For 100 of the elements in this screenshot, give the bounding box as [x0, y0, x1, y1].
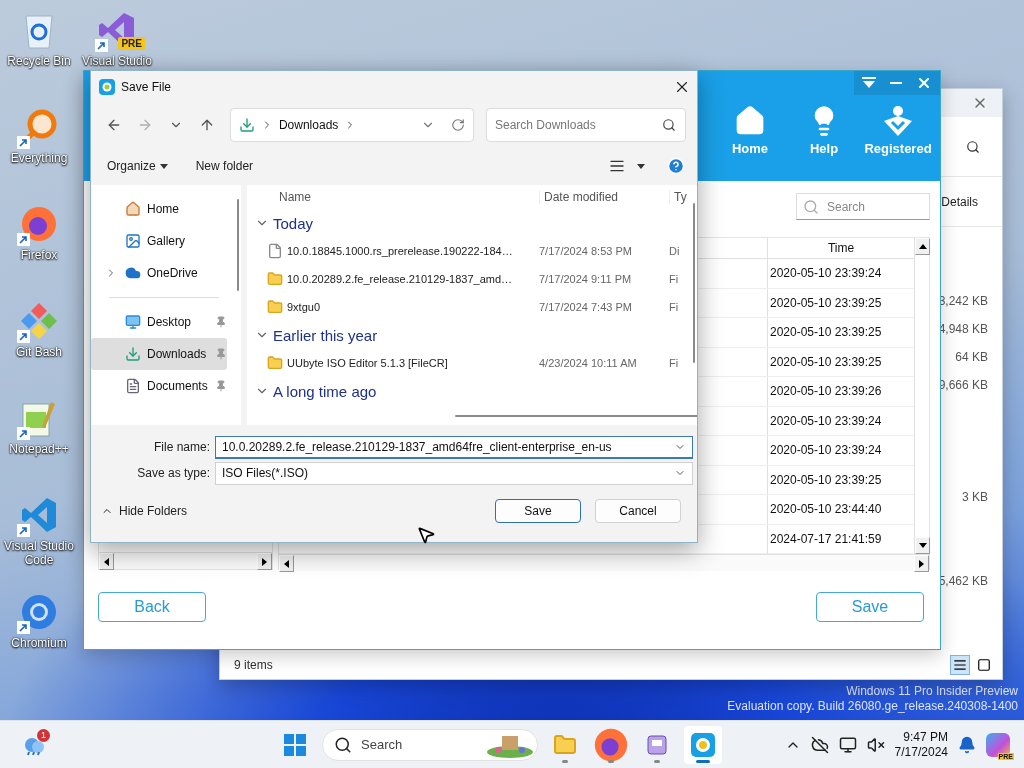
- house-icon: [125, 201, 141, 217]
- command-button[interactable]: New folder: [189, 155, 260, 177]
- view-toggle[interactable]: [950, 655, 970, 675]
- app-logo-icon: [99, 79, 115, 95]
- nav-pane-item[interactable]: Documents: [91, 370, 227, 402]
- scrollbar-thumb[interactable]: [455, 415, 697, 417]
- search-field[interactable]: Search: [796, 193, 930, 220]
- table-cell: 2020-05-10 23:39:25: [767, 288, 914, 317]
- file-type-text: Fi: [669, 301, 680, 313]
- nav-pane-item[interactable]: Downloads: [91, 338, 227, 370]
- scroll-right-button[interactable]: [257, 553, 272, 570]
- command-button[interactable]: Organize: [101, 155, 174, 177]
- field-label: File name:: [152, 440, 210, 454]
- scroll-left-button[interactable]: [279, 555, 294, 572]
- vertical-scrollbar[interactable]: [914, 238, 929, 554]
- column-header[interactable]: Time: [767, 238, 914, 259]
- details-button[interactable]: Details: [941, 194, 978, 209]
- file-size-text: 64 KB: [955, 349, 988, 366]
- watermark-text: Evaluation copy. Build 26080.ge_release.240308-1400: [727, 699, 1018, 714]
- folder-icon: [267, 271, 283, 287]
- refresh-icon[interactable]: [451, 118, 465, 132]
- triangle-left-icon: [104, 557, 109, 566]
- nav-pane-item[interactable]: OneDrive: [91, 257, 227, 289]
- folder-icon: [267, 355, 283, 371]
- search-field[interactable]: Search Downloads: [486, 108, 686, 142]
- search-icon: [662, 118, 676, 132]
- date-modified-text: 7/17/2024 9:11 PM: [539, 273, 633, 285]
- download-icon: [238, 117, 255, 133]
- file-name[interactable]: 9xtgu0: [287, 301, 539, 313]
- scrollbar-thumb[interactable]: [693, 203, 695, 363]
- dialog-button[interactable]: Cancel: [595, 498, 681, 523]
- close-icon: [916, 75, 932, 91]
- minimize-icon: [890, 82, 902, 84]
- speaker-muted-icon: [866, 735, 885, 754]
- column-header[interactable]: Name: [279, 190, 539, 204]
- group-header[interactable]: A long time ago: [247, 377, 689, 405]
- app-window-icon: [646, 733, 668, 756]
- code-editor-icon: [19, 495, 59, 535]
- notification-badge: 1: [37, 728, 50, 742]
- search-icon[interactable]: [966, 139, 980, 154]
- download-icon: [125, 346, 141, 362]
- triangle-down-icon: [862, 77, 876, 89]
- notifications-button[interactable]: [958, 735, 976, 754]
- table-cell: 2020-05-10 23:39:25: [767, 465, 914, 494]
- dialog-button[interactable]: Save: [495, 498, 581, 523]
- file-name[interactable]: 10.0.20289.2.fe_release.210129-1837_amd…: [287, 273, 539, 285]
- taskbar-app-button[interactable]: [684, 725, 722, 764]
- address-bar[interactable]: Downloads: [229, 108, 474, 142]
- diamond-tiles-icon: [19, 301, 59, 341]
- preview-badge: PRE: [118, 37, 145, 50]
- file-type-text: Di: [669, 245, 681, 257]
- help-icon[interactable]: [667, 157, 685, 175]
- group-header[interactable]: Today: [247, 209, 689, 237]
- table-cell: 2024-07-17 21:41:59: [767, 524, 914, 553]
- file-name-field[interactable]: 10.0.20289.2.fe_release.210129-1837_amd64fre_client-enterprise_en-us: [215, 435, 693, 459]
- widgets-button[interactable]: 1: [18, 728, 50, 761]
- table-cell: 2020-05-10 23:39:25: [767, 318, 914, 347]
- column-header[interactable]: Date modified: [539, 190, 669, 204]
- table-cell: 2020-05-10 23:39:25: [767, 347, 914, 376]
- date-modified-text: 7/17/2024 8:53 PM: [539, 245, 633, 257]
- tile-view-icon: [977, 658, 991, 672]
- nav-pane-item[interactable]: Home: [91, 193, 227, 225]
- list-view-icon: [953, 658, 967, 672]
- nav-pane-item[interactable]: Desktop: [91, 306, 227, 338]
- document-icon: [125, 378, 141, 394]
- hide-folders-button[interactable]: Hide Folders: [101, 503, 188, 518]
- watermark-text: Windows 11 Pro Insider Preview: [846, 684, 1018, 699]
- scrollbar-thumb[interactable]: [237, 199, 239, 291]
- taskbar-search-field[interactable]: Search: [322, 728, 538, 761]
- display-button[interactable]: [838, 735, 857, 754]
- breadcrumb-item[interactable]: Downloads: [278, 118, 339, 132]
- field-label: Save as type:: [136, 466, 210, 480]
- column-header[interactable]: Ty: [669, 190, 689, 204]
- scroll-up-button[interactable]: [915, 238, 930, 255]
- clock[interactable]: 9:47 PM 7/17/2024: [894, 729, 948, 760]
- volume-muted-button[interactable]: [866, 735, 885, 754]
- chromium-icon: [19, 592, 59, 632]
- dropdown-button[interactable]: [862, 77, 876, 89]
- file-type-text: Fi: [669, 273, 680, 285]
- triangle-down-icon: [918, 543, 927, 548]
- date-modified-text: 7/17/2024 7:43 PM: [539, 301, 633, 313]
- scroll-down-button[interactable]: [915, 537, 930, 554]
- app-logo-icon: [690, 731, 716, 758]
- table-cell: 2020-05-10 23:39:26: [767, 377, 914, 406]
- windows-logo-icon: [284, 733, 306, 756]
- file-name[interactable]: 10.0.18845.1000.rs_prerelease.190222-184…: [287, 245, 539, 257]
- horizontal-scrollbar[interactable]: [99, 552, 272, 569]
- monitor-icon: [838, 735, 857, 754]
- group-header[interactable]: Earlier this year: [247, 321, 689, 349]
- scroll-right-button[interactable]: [914, 555, 929, 572]
- nav-pane-item[interactable]: Gallery: [91, 225, 227, 257]
- cloud-off-button[interactable]: [810, 735, 829, 754]
- scroll-left-button[interactable]: [99, 553, 114, 570]
- file-type-dropdown[interactable]: ISO Files(*.ISO): [215, 461, 693, 485]
- date-modified-text: 4/23/2024 10:11 AM: [539, 357, 638, 369]
- horizontal-scrollbar[interactable]: [279, 554, 929, 571]
- triangle-left-icon: [284, 559, 289, 568]
- folder-icon: [553, 732, 577, 757]
- caret-icon: [637, 163, 645, 169]
- file-name[interactable]: UUbyte ISO Editor 5.1.3 [FileCR]: [287, 357, 539, 369]
